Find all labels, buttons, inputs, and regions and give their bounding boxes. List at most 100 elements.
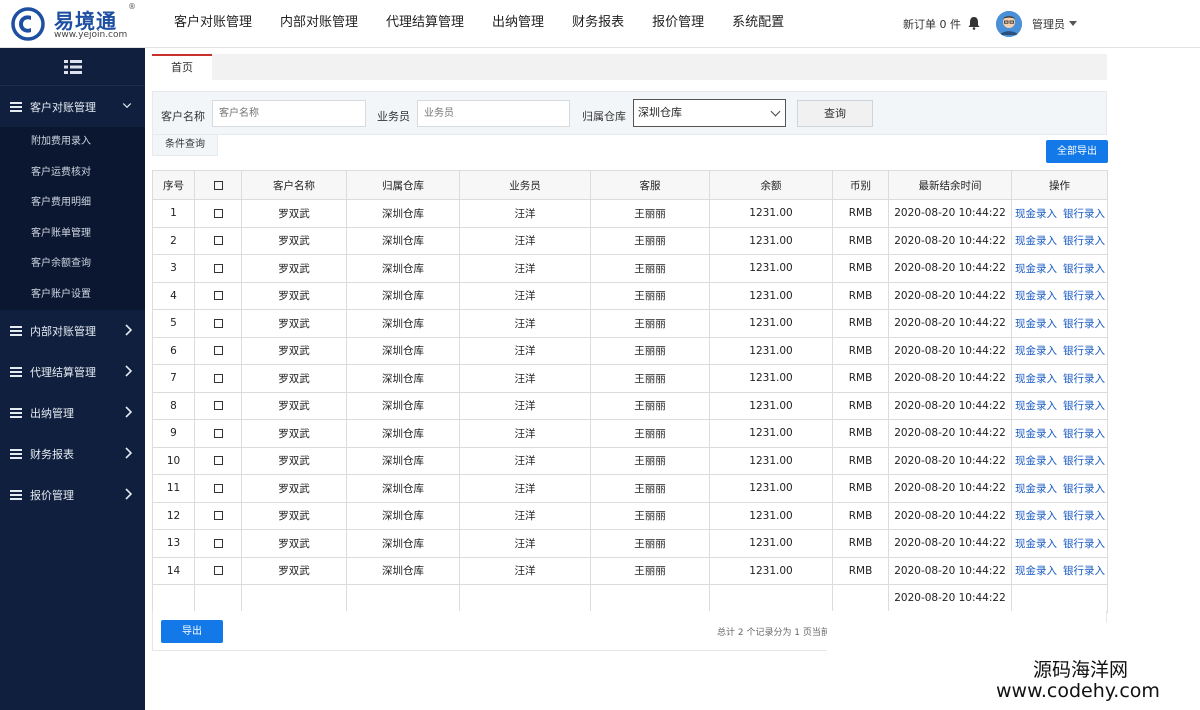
cash-entry-link[interactable]: 现金录入 — [1015, 290, 1057, 302]
cell-actions: 现金录入 银行录入 — [1011, 254, 1108, 283]
topnav-finance-reports[interactable]: 财务报表 — [572, 0, 624, 48]
sidebar-item-freight-check[interactable]: 客户运费核对 — [0, 158, 145, 189]
row-checkbox[interactable] — [213, 566, 223, 576]
sidebar: 客户对账管理 附加费用录入 客户运费核对 客户费用明细 客户账单管理 客户余额查… — [0, 48, 145, 710]
bank-entry-link[interactable]: 银行录入 — [1063, 565, 1105, 577]
cash-entry-link[interactable]: 现金录入 — [1015, 455, 1057, 467]
customer-name-input[interactable] — [212, 100, 366, 127]
row-checkbox[interactable] — [213, 263, 223, 273]
warehouse-select[interactable]: 深圳仓库 — [633, 99, 786, 127]
cash-entry-link[interactable]: 现金录入 — [1015, 345, 1057, 357]
cell-select[interactable] — [194, 364, 242, 393]
bank-entry-link[interactable]: 银行录入 — [1063, 538, 1105, 550]
export-all-button[interactable]: 全部导出 — [1046, 140, 1108, 163]
topnav-agent-settlement[interactable]: 代理结算管理 — [386, 0, 464, 48]
cell-select[interactable] — [194, 501, 242, 530]
select-all-checkbox[interactable] — [213, 180, 223, 190]
sidebar-group-quote[interactable]: 报价管理 — [0, 474, 145, 515]
bank-entry-link[interactable]: 银行录入 — [1063, 235, 1105, 247]
caret-down-icon[interactable] — [1069, 21, 1077, 26]
row-checkbox[interactable] — [213, 428, 223, 438]
cell-select[interactable] — [194, 556, 242, 585]
sidebar-group-finance-reports[interactable]: 财务报表 — [0, 433, 145, 474]
cell-sales: 汪洋 — [459, 336, 591, 365]
cash-entry-link[interactable]: 现金录入 — [1015, 318, 1057, 330]
export-button[interactable]: 导出 — [161, 620, 223, 643]
row-checkbox[interactable] — [213, 346, 223, 356]
sidebar-group-customer-recon[interactable]: 客户对账管理 — [0, 86, 145, 127]
cell-select[interactable] — [194, 391, 242, 420]
bank-entry-link[interactable]: 银行录入 — [1063, 455, 1105, 467]
summary-cell — [832, 584, 889, 613]
row-checkbox[interactable] — [213, 401, 223, 411]
cash-entry-link[interactable]: 现金录入 — [1015, 483, 1057, 495]
cell-select[interactable] — [194, 474, 242, 503]
sidebar-item-extra-fee[interactable]: 附加费用录入 — [0, 127, 145, 158]
bank-entry-link[interactable]: 银行录入 — [1063, 400, 1105, 412]
row-checkbox[interactable] — [213, 236, 223, 246]
topnav-system-config[interactable]: 系统配置 — [732, 0, 784, 48]
bank-entry-link[interactable]: 银行录入 — [1063, 318, 1105, 330]
sidebar-group-agent-settlement[interactable]: 代理结算管理 — [0, 351, 145, 392]
avatar[interactable] — [996, 11, 1022, 37]
brand-logo[interactable]: 易境通 ® www.yejoin.com — [8, 2, 144, 44]
sidebar-group-internal-recon[interactable]: 内部对账管理 — [0, 310, 145, 351]
row-checkbox[interactable] — [213, 511, 223, 521]
cell-select[interactable] — [194, 254, 242, 283]
sidebar-item-balance-query[interactable]: 客户余额查询 — [0, 249, 145, 280]
bank-entry-link[interactable]: 银行录入 — [1063, 263, 1105, 275]
table-row: 12 罗双武 深圳仓库 汪洋 王丽丽 1231.00 RMB 2020-08-20 10:44… — [152, 501, 1108, 530]
row-checkbox[interactable] — [213, 208, 223, 218]
topnav-internal-recon[interactable]: 内部对账管理 — [280, 0, 358, 48]
topnav-cashier[interactable]: 出纳管理 — [492, 0, 544, 48]
sidebar-item-bill-manage[interactable]: 客户账单管理 — [0, 219, 145, 250]
sidebar-group-cashier[interactable]: 出纳管理 — [0, 392, 145, 433]
cash-entry-link[interactable]: 现金录入 — [1015, 400, 1057, 412]
cell-select[interactable] — [194, 281, 242, 310]
query-button[interactable]: 查询 — [797, 100, 873, 127]
sidebar-item-account-setting[interactable]: 客户账户设置 — [0, 280, 145, 311]
cell-select[interactable] — [194, 309, 242, 338]
salesman-input[interactable] — [417, 100, 570, 127]
bank-entry-link[interactable]: 银行录入 — [1063, 373, 1105, 385]
cell-balance: 1231.00 — [709, 419, 833, 448]
topnav-customer-recon[interactable]: 客户对账管理 — [174, 0, 252, 48]
cell-select[interactable] — [194, 419, 242, 448]
bank-entry-link[interactable]: 银行录入 — [1063, 290, 1105, 302]
cash-entry-link[interactable]: 现金录入 — [1015, 510, 1057, 522]
sidebar-toggle[interactable] — [0, 48, 145, 86]
cell-currency: RMB — [832, 556, 889, 585]
cell-actions: 现金录入 银行录入 — [1011, 474, 1108, 503]
topnav-quote[interactable]: 报价管理 — [652, 0, 704, 48]
cash-entry-link[interactable]: 现金录入 — [1015, 538, 1057, 550]
bank-entry-link[interactable]: 银行录入 — [1063, 345, 1105, 357]
bell-icon[interactable] — [968, 16, 980, 30]
cell-select[interactable] — [194, 226, 242, 255]
bank-entry-link[interactable]: 银行录入 — [1063, 483, 1105, 495]
user-name[interactable]: 管理员 — [1032, 16, 1065, 32]
bank-entry-link[interactable]: 银行录入 — [1063, 428, 1105, 440]
row-checkbox[interactable] — [213, 483, 223, 493]
cell-select[interactable] — [194, 199, 242, 228]
row-checkbox[interactable] — [213, 318, 223, 328]
condition-query-tab[interactable]: 条件查询 — [152, 135, 218, 156]
bank-entry-link[interactable]: 银行录入 — [1063, 208, 1105, 220]
cell-select[interactable] — [194, 336, 242, 365]
row-checkbox[interactable] — [213, 291, 223, 301]
cash-entry-link[interactable]: 现金录入 — [1015, 208, 1057, 220]
sidebar-item-fee-detail[interactable]: 客户费用明细 — [0, 188, 145, 219]
cash-entry-link[interactable]: 现金录入 — [1015, 428, 1057, 440]
bank-entry-link[interactable]: 银行录入 — [1063, 510, 1105, 522]
tab-home[interactable]: 首页 — [152, 54, 212, 80]
row-checkbox[interactable] — [213, 538, 223, 548]
cell-select[interactable] — [194, 529, 242, 558]
new-orders-count[interactable]: 新订单 0 件 — [903, 16, 961, 32]
cash-entry-link[interactable]: 现金录入 — [1015, 373, 1057, 385]
row-checkbox[interactable] — [213, 373, 223, 383]
col-header-select[interactable] — [194, 170, 242, 200]
cell-select[interactable] — [194, 446, 242, 475]
cash-entry-link[interactable]: 现金录入 — [1015, 263, 1057, 275]
cash-entry-link[interactable]: 现金录入 — [1015, 565, 1057, 577]
row-checkbox[interactable] — [213, 456, 223, 466]
cash-entry-link[interactable]: 现金录入 — [1015, 235, 1057, 247]
